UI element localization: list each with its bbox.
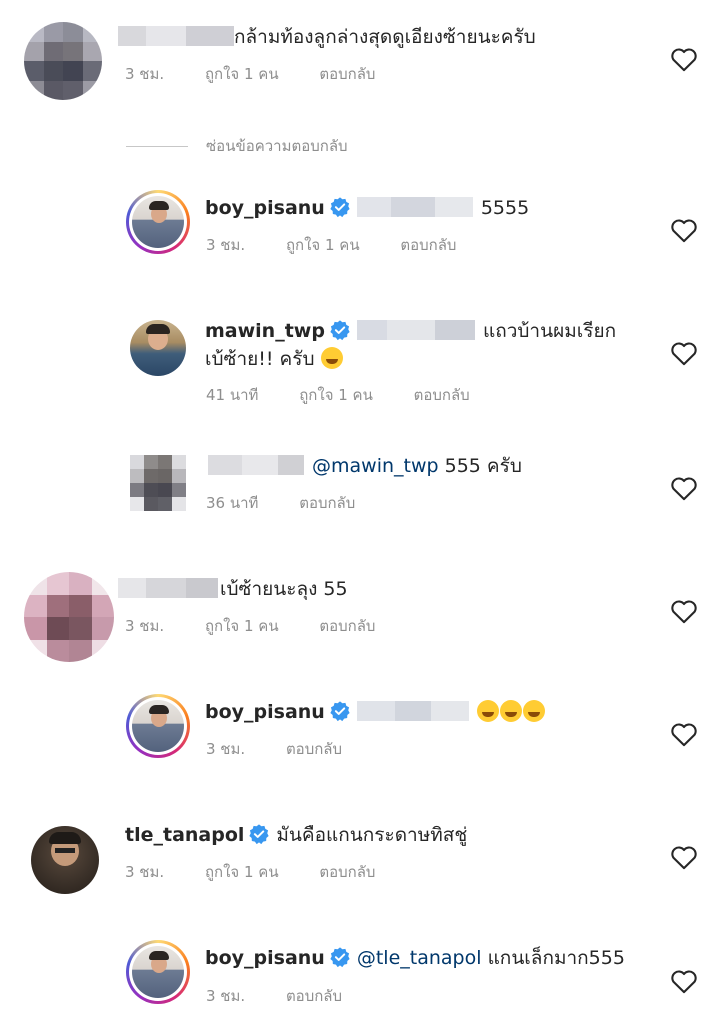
comment-text: 555 ครับ: [444, 455, 522, 477]
username-link[interactable]: boy_pisanu: [205, 947, 325, 969]
likes-count-link[interactable]: ถูกใจ 1 คน: [205, 65, 279, 83]
hide-replies-label: ซ่อนข้อความตอบกลับ: [206, 137, 348, 155]
avatar[interactable]: [126, 940, 190, 1004]
mention-link[interactable]: @tle_tanapol: [357, 947, 482, 969]
reply-button[interactable]: ตอบกลับ: [299, 494, 355, 512]
heart-icon[interactable]: [670, 598, 698, 624]
hide-replies-button[interactable]: ซ่อนข้อความตอบกลับ: [126, 134, 348, 158]
verified-badge-icon: [330, 197, 350, 218]
comment-time: 3 ชม.: [125, 65, 165, 83]
avatar[interactable]: [130, 455, 186, 511]
avatar[interactable]: [24, 22, 102, 100]
comment-body: เบ้ซ้ายนะลุง 55: [118, 576, 348, 602]
comment-text: มันคือแกนกระดาษทิสชู่: [276, 824, 468, 846]
heart-icon[interactable]: [670, 968, 698, 994]
likes-count-link[interactable]: ถูกใจ 1 คน: [205, 863, 279, 881]
comment-body: boy_pisanu 5555: [205, 195, 529, 221]
likes-count-link[interactable]: ถูกใจ 1 คน: [286, 236, 360, 254]
verified-badge-icon: [249, 824, 270, 845]
redacted-mention: [356, 701, 469, 721]
reply-button[interactable]: ตอบกลับ: [400, 236, 456, 254]
reply-button[interactable]: ตอบกลับ: [319, 617, 375, 635]
redacted-username: [118, 578, 218, 598]
comment-time: 41 นาที: [206, 386, 259, 404]
avatar[interactable]: [31, 826, 99, 894]
username-link[interactable]: boy_pisanu: [205, 197, 325, 219]
comment-body: กล้ามท้องลูกล่างสุดดูเอียงซ้ายนะครับ: [118, 24, 536, 50]
comment-text-line2: เบ้ซ้าย!! ครับ: [205, 348, 315, 370]
heart-icon[interactable]: [670, 217, 698, 243]
reply-button[interactable]: ตอบกลับ: [286, 740, 342, 758]
comment-text-line1: แถวบ้านผมเรียก: [482, 320, 617, 342]
avatar[interactable]: [126, 190, 190, 254]
grinning-sweat-emoji-icon: [522, 700, 545, 722]
reply-button[interactable]: ตอบกลับ: [319, 65, 375, 83]
mention-link[interactable]: @mawin_twp: [312, 455, 439, 477]
redacted-username: [118, 26, 234, 46]
grinning-sweat-emoji-icon: [476, 700, 499, 722]
heart-icon[interactable]: [670, 721, 698, 747]
comment-text: 5555: [480, 197, 530, 219]
comment-body: tle_tanapol มันคือแกนกระดาษทิสชู่: [125, 822, 467, 848]
heart-icon[interactable]: [670, 46, 698, 72]
grinning-sweat-emoji-icon: [499, 700, 522, 722]
avatar[interactable]: [126, 694, 190, 758]
avatar[interactable]: [24, 572, 114, 662]
comment-text: แกนเล็กมาก555: [487, 947, 625, 969]
redacted-mention: [356, 320, 475, 340]
reply-button[interactable]: ตอบกลับ: [319, 863, 375, 881]
comment-time: 3 ชม.: [125, 617, 165, 635]
verified-badge-icon: [330, 947, 350, 968]
comment-time: 3 ชม.: [206, 987, 246, 1005]
redacted-username: [208, 455, 304, 475]
divider-line: [126, 146, 188, 147]
username-link[interactable]: boy_pisanu: [205, 701, 325, 723]
redacted-mention: [356, 197, 473, 217]
comment-time: 36 นาที: [206, 494, 259, 512]
username-link[interactable]: tle_tanapol: [125, 824, 244, 846]
verified-badge-icon: [330, 701, 350, 722]
verified-badge-icon: [330, 320, 350, 341]
comment-body: @mawin_twp 555 ครับ: [208, 453, 522, 479]
avatar[interactable]: [130, 320, 186, 376]
reply-button[interactable]: ตอบกลับ: [414, 386, 470, 404]
comment-body: boy_pisanu: [205, 699, 546, 725]
likes-count-link[interactable]: ถูกใจ 1 คน: [299, 386, 373, 404]
likes-count-link[interactable]: ถูกใจ 1 คน: [205, 617, 279, 635]
comment-time: 3 ชม.: [206, 236, 246, 254]
comment-text: กล้ามท้องลูกล่างสุดดูเอียงซ้ายนะครับ: [234, 26, 536, 48]
heart-icon[interactable]: [670, 844, 698, 870]
heart-icon[interactable]: [670, 340, 698, 366]
reply-button[interactable]: ตอบกลับ: [286, 987, 342, 1005]
username-link[interactable]: mawin_twp: [205, 320, 325, 342]
comment-text: เบ้ซ้ายนะลุง 55: [220, 578, 348, 600]
comment-time: 3 ชม.: [206, 740, 246, 758]
smirk-emoji-icon: [320, 347, 343, 369]
comment-time: 3 ชม.: [125, 863, 165, 881]
heart-icon[interactable]: [670, 475, 698, 501]
comment-body: boy_pisanu @tle_tanapol แกนเล็กมาก555: [205, 945, 625, 971]
comment-body: mawin_twp แถวบ้านผมเรียก: [205, 318, 616, 344]
comment-body-line2: เบ้ซ้าย!! ครับ: [205, 346, 344, 372]
